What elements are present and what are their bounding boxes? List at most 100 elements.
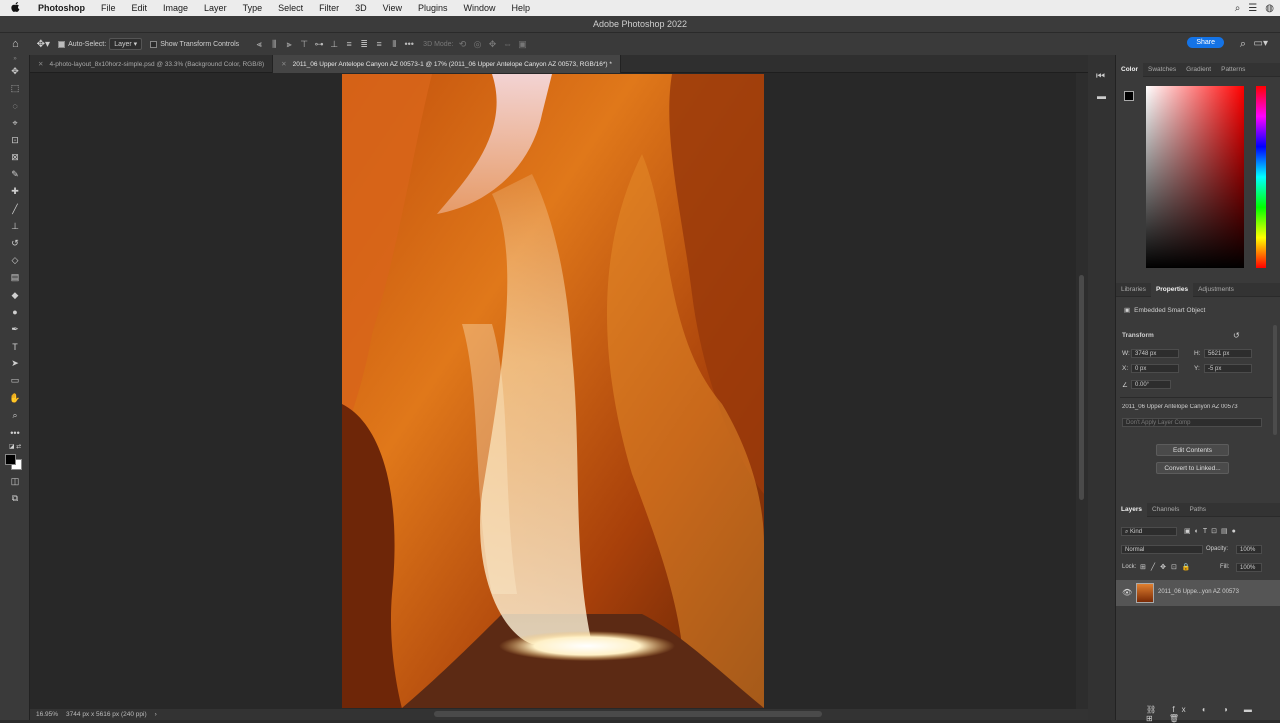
- color-picker-field[interactable]: [1146, 86, 1244, 268]
- close-tab-icon[interactable]: ✕: [38, 60, 43, 68]
- spotlight-search-icon[interactable]: ⌕: [1235, 3, 1241, 14]
- tab-layers[interactable]: Layers: [1116, 502, 1147, 517]
- vertical-scroll-thumb[interactable]: [1079, 275, 1084, 500]
- align-left-icon[interactable]: ⫷: [253, 39, 265, 50]
- 3d-scale-icon[interactable]: ▣: [517, 39, 529, 50]
- zoom-level[interactable]: 16.95%: [36, 711, 58, 718]
- comments-panel-icon[interactable]: ▬: [1097, 91, 1106, 101]
- panel-fg-color-swatch[interactable]: [1124, 91, 1134, 101]
- 3d-orbit-icon[interactable]: ⟲: [457, 39, 469, 50]
- lock-icons[interactable]: ⊞╱✥⊡🔒: [1140, 563, 1196, 571]
- path-select-tool-icon[interactable]: ➤: [0, 355, 30, 372]
- menu-edit[interactable]: Edit: [124, 3, 156, 13]
- history-brush-tool-icon[interactable]: ↺: [0, 235, 30, 252]
- menu-image[interactable]: Image: [155, 3, 196, 13]
- layer-name[interactable]: 2011_06 Uppe...yon AZ 00573: [1158, 589, 1239, 595]
- layer-visibility-icon[interactable]: 👁: [1122, 588, 1132, 597]
- distribute-left-icon[interactable]: ⦀: [388, 39, 400, 50]
- horizontal-scroll-thumb[interactable]: [434, 711, 822, 717]
- menu-photoshop[interactable]: Photoshop: [30, 3, 93, 13]
- menu-layer[interactable]: Layer: [196, 3, 235, 13]
- x-field[interactable]: 0 px: [1131, 364, 1179, 373]
- tab-patterns[interactable]: Patterns: [1216, 63, 1250, 77]
- rectangle-tool-icon[interactable]: ▭: [0, 372, 30, 389]
- eraser-tool-icon[interactable]: ◇: [0, 252, 30, 269]
- move-tool-icon[interactable]: ✥: [0, 63, 30, 80]
- history-panel-icon[interactable]: ⏮: [1096, 71, 1105, 82]
- distribute-bottom-icon[interactable]: ≡: [373, 39, 385, 49]
- menu-view[interactable]: View: [375, 3, 410, 13]
- auto-select-checkbox[interactable]: [58, 40, 66, 48]
- fill-field[interactable]: 100%: [1236, 563, 1262, 572]
- layers-footer-icons[interactable]: ⛓ fx ◐ ◑ ▬ ⊞ 🗑: [1146, 705, 1280, 723]
- control-center-icon[interactable]: ☰: [1248, 3, 1257, 14]
- foreground-color-swatch[interactable]: [5, 454, 16, 466]
- default-colors-icon[interactable]: ◪ ⇄: [0, 441, 30, 451]
- quick-mask-icon[interactable]: ◫: [0, 473, 30, 490]
- y-field[interactable]: -5 px: [1204, 364, 1252, 373]
- auto-select-dropdown[interactable]: Layer ▾: [109, 38, 143, 50]
- crop-tool-icon[interactable]: ⊡: [0, 132, 30, 149]
- align-bottom-icon[interactable]: ⊥: [328, 39, 340, 50]
- distribute-vcenter-icon[interactable]: ≣: [358, 39, 370, 50]
- share-button[interactable]: Share: [1187, 37, 1224, 48]
- move-tool-preset-icon[interactable]: ✥▾: [37, 39, 50, 50]
- dodge-tool-icon[interactable]: ●: [0, 304, 30, 321]
- close-tab-icon[interactable]: ✕: [281, 60, 286, 68]
- screen-mode-icon[interactable]: ⧉: [0, 490, 30, 507]
- align-hcenter-icon[interactable]: ⫼: [268, 39, 280, 50]
- tab-color[interactable]: Color: [1116, 62, 1143, 77]
- tab-document-2[interactable]: ✕ 2011_06 Upper Antelope Canyon AZ 00573…: [273, 55, 621, 73]
- clone-stamp-tool-icon[interactable]: ⊥: [0, 218, 30, 235]
- menu-help[interactable]: Help: [504, 3, 539, 13]
- distribute-top-icon[interactable]: ≡: [343, 39, 355, 49]
- more-options-icon[interactable]: •••: [403, 39, 415, 49]
- eyedropper-tool-icon[interactable]: ✎: [0, 166, 30, 183]
- tab-channels[interactable]: Channels: [1147, 503, 1184, 517]
- object-select-tool-icon[interactable]: ⌖: [0, 115, 30, 132]
- menu-3d[interactable]: 3D: [347, 3, 375, 13]
- lasso-tool-icon[interactable]: ◌: [0, 97, 30, 114]
- hue-slider[interactable]: [1256, 86, 1266, 268]
- layer-comp-dropdown[interactable]: Don't Apply Layer Comp: [1122, 418, 1262, 427]
- home-icon[interactable]: ⌂: [12, 38, 19, 50]
- frame-tool-icon[interactable]: ⊠: [0, 149, 30, 166]
- menu-select[interactable]: Select: [270, 3, 311, 13]
- type-tool-icon[interactable]: T: [0, 338, 30, 355]
- align-right-icon[interactable]: ⫸: [283, 39, 295, 50]
- marquee-tool-icon[interactable]: ⬚: [0, 80, 30, 97]
- 3d-slide-icon[interactable]: ⇔: [502, 39, 514, 49]
- width-field[interactable]: 3748 px: [1131, 349, 1179, 358]
- status-menu-icon[interactable]: ›: [155, 711, 157, 718]
- hand-tool-icon[interactable]: ✋: [0, 390, 30, 407]
- workspace-icon[interactable]: ▭▾: [1254, 38, 1268, 49]
- menu-plugins[interactable]: Plugins: [410, 3, 456, 13]
- align-vcenter-icon[interactable]: ⊶: [313, 39, 325, 50]
- properties-scrollbar[interactable]: [1273, 325, 1277, 435]
- layer-row[interactable]: 👁 2011_06 Uppe...yon AZ 00573: [1116, 580, 1280, 606]
- tab-adjustments[interactable]: Adjustments: [1193, 283, 1239, 297]
- tab-properties[interactable]: Properties: [1150, 282, 1194, 297]
- siri-icon[interactable]: ◍: [1265, 3, 1274, 14]
- show-transform-checkbox[interactable]: [150, 40, 158, 48]
- height-field[interactable]: 5621 px: [1204, 349, 1252, 358]
- opacity-field[interactable]: 100%: [1236, 545, 1262, 554]
- zoom-tool-icon[interactable]: ⌕: [0, 407, 30, 424]
- search-icon[interactable]: ⌕: [1240, 38, 1246, 51]
- blend-mode-dropdown[interactable]: Normal: [1121, 545, 1203, 554]
- blur-tool-icon[interactable]: ◆: [0, 286, 30, 303]
- panel-collapse-icon[interactable]: »: [0, 55, 30, 63]
- color-swatches[interactable]: [0, 451, 30, 473]
- tab-document-1[interactable]: ✕ 4-photo-layout_8x10horz-simple.psd @ 3…: [30, 55, 274, 73]
- healing-brush-tool-icon[interactable]: ✚: [0, 183, 30, 200]
- tab-gradient[interactable]: Gradient: [1181, 63, 1216, 77]
- tab-paths[interactable]: Paths: [1184, 503, 1211, 517]
- menu-file[interactable]: File: [93, 3, 124, 13]
- align-top-icon[interactable]: ⊤: [298, 39, 310, 50]
- angle-field[interactable]: 0.00°: [1131, 380, 1171, 389]
- tab-swatches[interactable]: Swatches: [1143, 63, 1181, 77]
- canvas-image[interactable]: [342, 74, 764, 708]
- pen-tool-icon[interactable]: ✒: [0, 321, 30, 338]
- menu-type[interactable]: Type: [235, 3, 271, 13]
- edit-toolbar-icon[interactable]: •••: [0, 424, 30, 441]
